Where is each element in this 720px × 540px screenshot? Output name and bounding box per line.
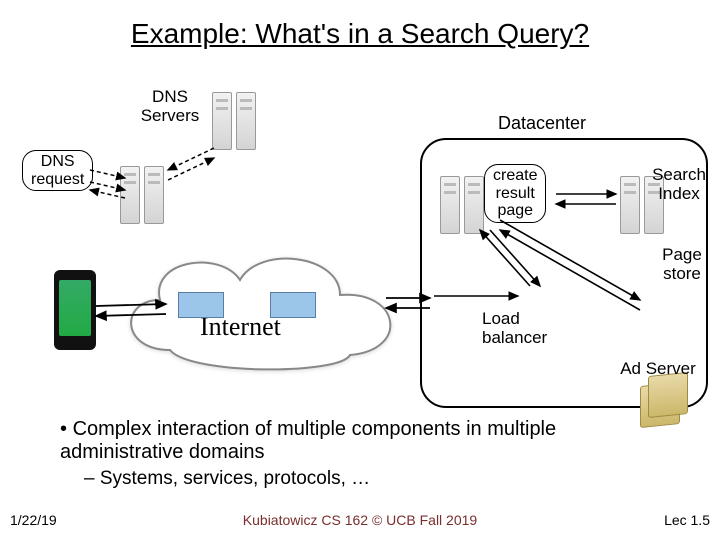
callout-dns-request: DNSrequest (22, 150, 93, 191)
server-icon (144, 166, 164, 224)
footer-page: Lec 1.5 (664, 512, 710, 528)
diagram-area: DNSServers DNSrequest Internet Datacente… (0, 70, 720, 390)
bullet-item: • Complex interaction of multiple compon… (60, 418, 680, 464)
cloud-icon (110, 240, 410, 380)
router-icon (178, 292, 224, 318)
bullet-text: Systems, services, protocols, … (100, 468, 370, 489)
footer-attribution: Kubiatowicz CS 162 © UCB Fall 2019 (0, 512, 720, 528)
label-page-store: Pagestore (656, 246, 708, 283)
callout-create-result-page: createresultpage (484, 164, 546, 223)
label-datacenter: Datacenter (482, 114, 602, 134)
server-icon (440, 176, 460, 234)
server-icon (236, 92, 256, 150)
bullet-list: • Complex interaction of multiple compon… (60, 418, 680, 490)
server-icon (120, 166, 140, 224)
bullet-sub-item: – Systems, services, protocols, … (84, 468, 680, 490)
slide-title: Example: What's in a Search Query? (0, 18, 720, 50)
label-load-balancer: Loadbalancer (482, 310, 562, 347)
label-search-index: SearchIndex (648, 166, 710, 203)
server-icon (620, 176, 640, 234)
router-icon (270, 292, 316, 318)
phone-icon (54, 270, 96, 350)
server-icon (464, 176, 484, 234)
label-dns-servers: DNSServers (130, 88, 210, 125)
bullet-text: Complex interaction of multiple componen… (60, 418, 556, 463)
label-ad-server: Ad Server (608, 360, 708, 379)
storage-icon (648, 372, 688, 418)
internet-cloud: Internet (110, 240, 410, 380)
server-icon (212, 92, 232, 150)
